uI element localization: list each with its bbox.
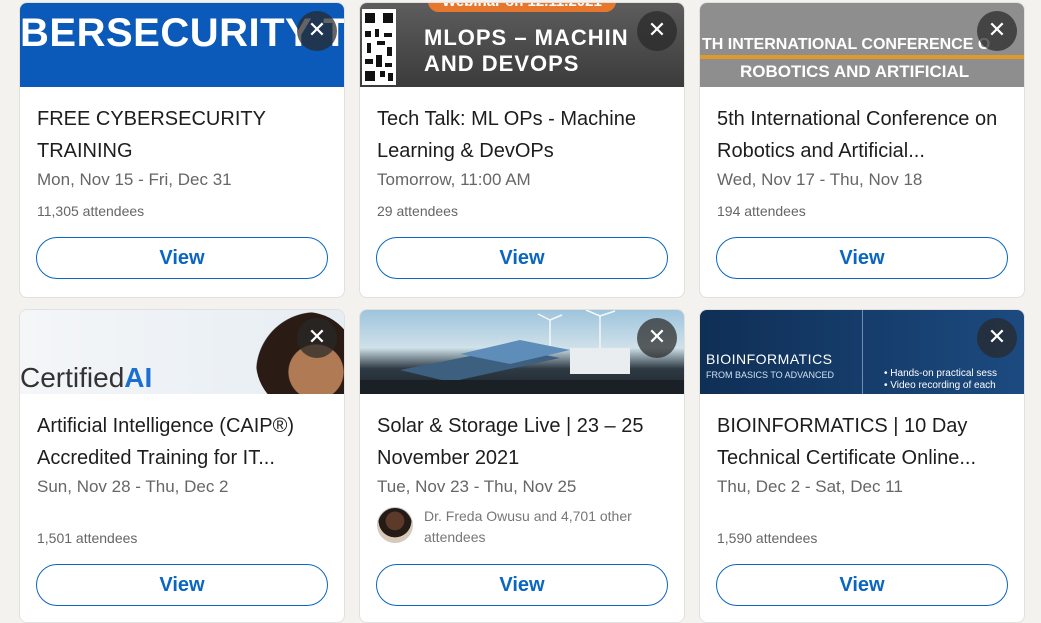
event-date: Thu, Dec 2 - Sat, Dec 11 [717,477,903,496]
close-icon[interactable]: ✕ [297,318,337,358]
solar-panels-image [360,310,684,394]
attendee-summary: Dr. Freda Owusu and 4,701 other attendee… [424,508,632,545]
certified-accent: AI [124,362,153,393]
close-icon[interactable]: ✕ [637,11,677,51]
banner-line-1: TH INTERNATIONAL CONFERENCE O [702,36,991,53]
event-card[interactable]: BIOINFORMATICS FROM BASICS TO ADVANCED •… [699,309,1025,623]
banner-line-2: AND DEVOPS [424,51,580,76]
event-date: Wed, Nov 17 - Thu, Nov 18 [717,170,923,189]
banner-bullet-2: • Video recording of each [884,380,996,391]
attendee-count: 11,305 attendees [37,203,145,219]
event-title[interactable]: Solar & Storage Live | 23 – 25 November … [377,410,669,474]
view-button[interactable]: View [716,564,1008,606]
view-button[interactable]: View [36,564,328,606]
certified-text: Certified [20,362,125,393]
certified-logo: CertifiedAI [20,362,152,394]
close-icon[interactable]: ✕ [977,318,1017,358]
event-card[interactable]: ✕ Solar & Storage Live | 23 – 25 Novembe… [359,309,685,623]
event-card[interactable]: BERSECURITY TR ✕ FREE CYBERSECURITY TRAI… [19,2,345,298]
event-date: Tomorrow, 11:00 AM [377,170,531,189]
banner-line-1: MLOPS – MACHIN [424,25,629,50]
view-button[interactable]: View [376,564,668,606]
event-date: Mon, Nov 15 - Fri, Dec 31 [37,170,232,189]
event-title[interactable]: BIOINFORMATICS | 10 Day Technical Certif… [717,410,1009,474]
event-banner: BERSECURITY TR [20,3,344,87]
event-title[interactable]: Tech Talk: ML OPs - Machine Learning & D… [377,103,669,167]
event-card[interactable]: Webinar on 12.11.2021 MLOPS – MACHIN AND… [359,2,685,298]
event-banner: Webinar on 12.11.2021 MLOPS – MACHIN AND… [360,3,684,87]
banner-line-1: BIOINFORMATICS [706,351,833,367]
event-card[interactable]: CertifiedAI ✕ Artificial Intelligence (C… [19,309,345,623]
event-title[interactable]: FREE CYBERSECURITY TRAINING [37,103,329,167]
attendee-count: 194 attendees [717,203,806,219]
view-button[interactable]: View [376,237,668,279]
event-banner [360,310,684,394]
view-button[interactable]: View [716,237,1008,279]
close-icon[interactable]: ✕ [297,11,337,51]
banner-bullet-1: • Hands-on practical sess [884,368,997,379]
event-title[interactable]: 5th International Conference on Robotics… [717,103,1009,167]
close-icon[interactable]: ✕ [637,318,677,358]
close-icon[interactable]: ✕ [977,11,1017,51]
banner-text: BERSECURITY TR [20,11,344,55]
event-banner: CertifiedAI [20,310,344,394]
attendee-count: 1,590 attendees [717,530,818,546]
view-button[interactable]: View [36,237,328,279]
qr-code-image [362,9,396,85]
event-date: Sun, Nov 28 - Thu, Dec 2 [37,477,229,496]
banner-divider [862,310,863,394]
banner-stripe [700,55,1024,59]
attendee-avatar [377,507,413,543]
event-title[interactable]: Artificial Intelligence (CAIP®) Accredit… [37,410,329,474]
event-banner: TH INTERNATIONAL CONFERENCE O ROBOTICS A… [700,3,1024,87]
attendee-count: 29 attendees [377,203,458,219]
webinar-pill: Webinar on 12.11.2021 [428,3,616,12]
event-banner: BIOINFORMATICS FROM BASICS TO ADVANCED •… [700,310,1024,394]
event-date: Tue, Nov 23 - Thu, Nov 25 [377,477,577,496]
banner-line-2: ROBOTICS AND ARTIFICIAL [740,62,970,81]
attendee-count: 1,501 attendees [37,530,138,546]
banner-line-2: FROM BASICS TO ADVANCED [706,370,835,380]
event-card[interactable]: TH INTERNATIONAL CONFERENCE O ROBOTICS A… [699,2,1025,298]
